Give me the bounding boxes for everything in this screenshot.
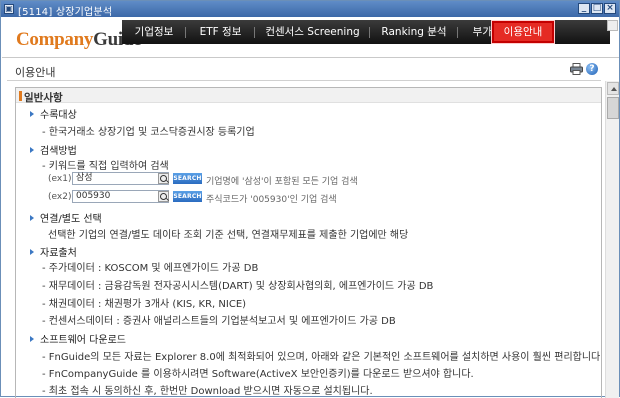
content-panel: 일반사항 수록대상 - 한국거래소 상장기업 및 코스닥증권시장 등록기업 검색…	[15, 87, 602, 398]
app-icon: ▣	[4, 4, 14, 14]
scroll-up-arrow-icon[interactable]	[607, 20, 618, 31]
nav-etf-info[interactable]: ETF 정보	[186, 20, 255, 44]
consolidated-line: 선택한 기업의 연결/별도 데이타 조회 기준 선택, 연결재무제표를 제출한 …	[48, 230, 409, 241]
printer-icon[interactable]	[570, 63, 583, 75]
section-header: 일반사항	[16, 88, 601, 104]
example-description: 기업명에 '삼성'이 포함된 모든 기업 검색	[206, 177, 358, 187]
example-search-input[interactable]: 삼성	[72, 172, 169, 185]
example-search-input[interactable]: 005930	[72, 190, 169, 203]
content-scrollbar[interactable]	[605, 81, 619, 398]
header-divider	[2, 57, 619, 58]
section-marker	[19, 91, 22, 101]
target-line: - 한국거래소 상장기업 및 코스닥증권시장 등록기업	[42, 127, 255, 138]
main-nav: 기업정보 ETF 정보 컨센서스 Screening Ranking 분석 부가…	[122, 20, 610, 44]
source-line: - 주가데이터 : KOSCOM 및 에프엔가이드 가공 DB	[42, 263, 259, 274]
scroll-thumb[interactable]	[607, 97, 619, 119]
nav-consensus-screening[interactable]: 컨센서스 Screening	[255, 20, 370, 44]
software-line: - FnGuide의 모든 자료는 Explorer 8.0에 최적화되어 있으…	[42, 352, 602, 363]
page-title: 이용안내	[15, 66, 56, 79]
heading-software: 소프트웨어 다운로드	[30, 331, 126, 346]
search-button[interactable]: SEARCH	[173, 191, 202, 202]
example-description: 주식코드가 '005930'인 기업 검색	[206, 195, 337, 205]
bullet-arrow-icon	[30, 249, 34, 255]
section-title: 일반사항	[24, 92, 63, 104]
close-button[interactable]: ×	[604, 3, 616, 14]
source-line: - 재무데이터 : 금융감독원 전자공시시스템(DART) 및 상장회사협의회,…	[42, 281, 434, 292]
search-button[interactable]: SEARCH	[173, 173, 202, 184]
site-header: CompanyGuide 기업정보 ETF 정보 컨센서스 Screening …	[2, 17, 619, 57]
nav-usage-guide[interactable]: 이용안내	[491, 20, 555, 44]
heading-search: 검색방법	[30, 142, 77, 157]
app-window: ▣ [5114] 상장기업분석 _ □ × CompanyGuide 기업정보 …	[0, 0, 620, 398]
help-icon[interactable]: ?	[586, 63, 598, 75]
bullet-arrow-icon	[30, 111, 34, 117]
search-icon[interactable]	[158, 173, 169, 184]
heading-consolidated: 연결/별도 선택	[30, 210, 102, 225]
heading-sources: 자료출처	[30, 244, 77, 259]
source-line: - 컨센서스데이터 : 증권사 애널리스트들의 기업분석보고서 및 에프엔가이드…	[42, 316, 396, 327]
bullet-arrow-icon	[30, 147, 34, 153]
header-scrollbar[interactable]	[605, 18, 619, 58]
search-line: - 키워드를 직접 입력하여 검색	[42, 161, 169, 172]
nav-company-info[interactable]: 기업정보	[122, 20, 186, 44]
software-line: - 최초 접속 시 동의하신 후, 한번만 Download 받으시면 자동으로…	[42, 386, 373, 397]
window-title: [5114] 상장기업분석	[18, 7, 113, 18]
example-label: (ex1)	[48, 174, 72, 184]
title-divider	[7, 80, 601, 81]
scroll-up-arrow-icon[interactable]	[607, 82, 619, 95]
heading-target: 수록대상	[30, 106, 77, 121]
nav-ranking-analysis[interactable]: Ranking 분석	[370, 20, 458, 44]
maximize-button[interactable]: □	[591, 3, 603, 14]
bullet-arrow-icon	[30, 336, 34, 342]
source-line: - 채권데이터 : 채권평가 3개사 (KIS, KR, NICE)	[42, 299, 247, 310]
software-line: - FnCompanyGuide 를 이용하시려면 Software(Activ…	[42, 369, 474, 380]
title-bar[interactable]: ▣ [5114] 상장기업분석 _ □ ×	[1, 1, 619, 18]
bullet-arrow-icon	[30, 215, 34, 221]
example-label: (ex2)	[48, 192, 72, 202]
minimize-button[interactable]: _	[578, 3, 590, 14]
search-icon[interactable]	[158, 191, 169, 202]
